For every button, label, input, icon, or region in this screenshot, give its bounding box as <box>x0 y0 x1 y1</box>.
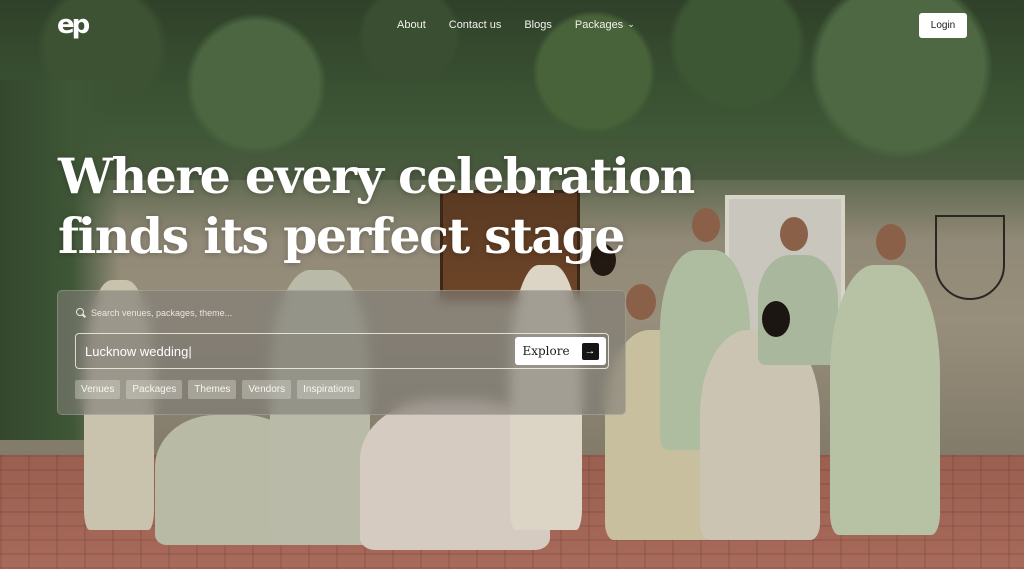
nav-link-blogs[interactable]: Blogs <box>524 18 552 32</box>
hero-background-photo <box>0 0 1024 569</box>
search-input-value: Lucknow wedding| <box>85 344 192 359</box>
guest-head <box>876 224 906 260</box>
search-hint-row: Search venues, packages, theme... <box>76 308 232 318</box>
guest-head <box>780 217 808 251</box>
search-icon <box>76 308 86 318</box>
hero-headline: Where every celebration finds its perfec… <box>58 146 698 266</box>
category-chips: Venues Packages Themes Vendors Inspirati… <box>75 380 361 399</box>
guest-head <box>626 284 656 320</box>
wall-sconce <box>935 215 1005 300</box>
chip-venues[interactable]: Venues <box>75 380 121 399</box>
nav-link-about[interactable]: About <box>397 18 426 32</box>
guest-head <box>762 301 790 337</box>
search-input[interactable]: Lucknow wedding| Explore → <box>75 333 609 369</box>
headline-line-2: finds its perfect stage <box>58 207 626 265</box>
headline-line-1: Where every celebration <box>58 147 695 205</box>
login-button[interactable]: Login <box>919 13 967 38</box>
chip-packages[interactable]: Packages <box>126 380 183 399</box>
nav-link-label: Blogs <box>524 19 552 31</box>
search-hint-text: Search venues, packages, theme... <box>91 308 233 318</box>
search-panel: Search venues, packages, theme... Luckno… <box>57 290 626 415</box>
nav-link-label: About <box>397 19 426 31</box>
chip-inspirations[interactable]: Inspirations <box>297 380 361 399</box>
nav-links: About Contact us Blogs Packages ⌄ <box>397 18 635 32</box>
guest-figure <box>830 265 940 535</box>
nav-link-label: Packages <box>574 19 624 31</box>
top-navigation: ep About Contact us Blogs Packages ⌄ Log… <box>0 0 1024 50</box>
chip-themes[interactable]: Themes <box>188 380 237 399</box>
explore-button-label: Explore <box>522 344 570 358</box>
nav-link-contact[interactable]: Contact us <box>449 18 502 32</box>
arrow-right-icon: → <box>581 342 599 360</box>
chip-vendors[interactable]: Vendors <box>242 380 292 399</box>
chevron-down-icon: ⌄ <box>627 19 635 29</box>
explore-button[interactable]: Explore → <box>515 337 606 365</box>
nav-link-packages[interactable]: Packages ⌄ <box>575 18 635 32</box>
nav-link-label: Contact us <box>448 19 502 31</box>
brand-logo[interactable]: ep <box>57 10 101 40</box>
